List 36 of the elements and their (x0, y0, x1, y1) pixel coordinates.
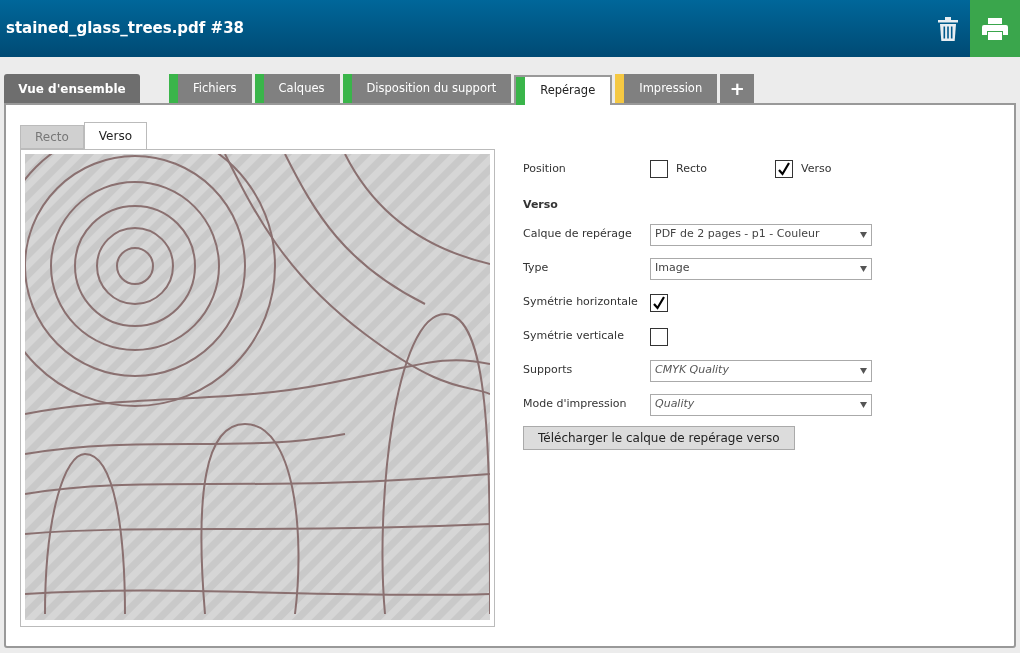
dropdown[interactable]: CMYK Quality (650, 359, 872, 382)
tab[interactable]: Disposition du support (342, 74, 512, 103)
tab[interactable]: Repérage (514, 75, 613, 105)
checkbox[interactable] (650, 327, 668, 346)
tab[interactable]: Fichiers (169, 74, 252, 103)
printer-icon (982, 17, 1008, 40)
download-button[interactable]: Télécharger le calque de repérage verso (523, 425, 795, 450)
tab[interactable]: Verso (83, 122, 147, 149)
tab[interactable]: Impression (615, 74, 718, 103)
window-title: stained_glass_trees.pdf #38 (5, 18, 245, 40)
field-label: Mode d'impression (523, 396, 628, 413)
dropdown-arrow-icon (860, 231, 867, 238)
checkbox-label: Verso (801, 160, 833, 177)
dropdown-arrow-icon (860, 367, 867, 374)
checkbox[interactable] (775, 160, 793, 178)
dropdown-arrow-icon (860, 265, 867, 272)
field-label: Type (523, 260, 550, 277)
checkbox[interactable] (650, 160, 668, 178)
dropdown[interactable]: Quality (650, 393, 872, 416)
field-label: Position (523, 160, 567, 177)
checkbox-label: Recto (676, 160, 708, 177)
field-label: Supports (523, 362, 574, 379)
checkmark-icon (777, 162, 791, 176)
section-heading: Verso (523, 197, 559, 213)
trash-icon (938, 16, 958, 41)
checkmark-icon (652, 295, 666, 310)
tab[interactable]: Calques (254, 74, 340, 103)
tab[interactable]: Vue d'ensemble (4, 74, 140, 103)
field-label: Symétrie horizontale (523, 294, 639, 311)
field-label: Calque de repérage (523, 226, 633, 243)
dropdown[interactable]: PDF de 2 pages - p1 - Couleur (650, 223, 872, 246)
field-label: Symétrie verticale (523, 328, 625, 345)
add-tab-button[interactable]: + (720, 74, 755, 103)
checkbox[interactable] (650, 293, 668, 312)
dropdown-arrow-icon (860, 401, 867, 408)
dropdown[interactable]: Image (650, 257, 872, 280)
